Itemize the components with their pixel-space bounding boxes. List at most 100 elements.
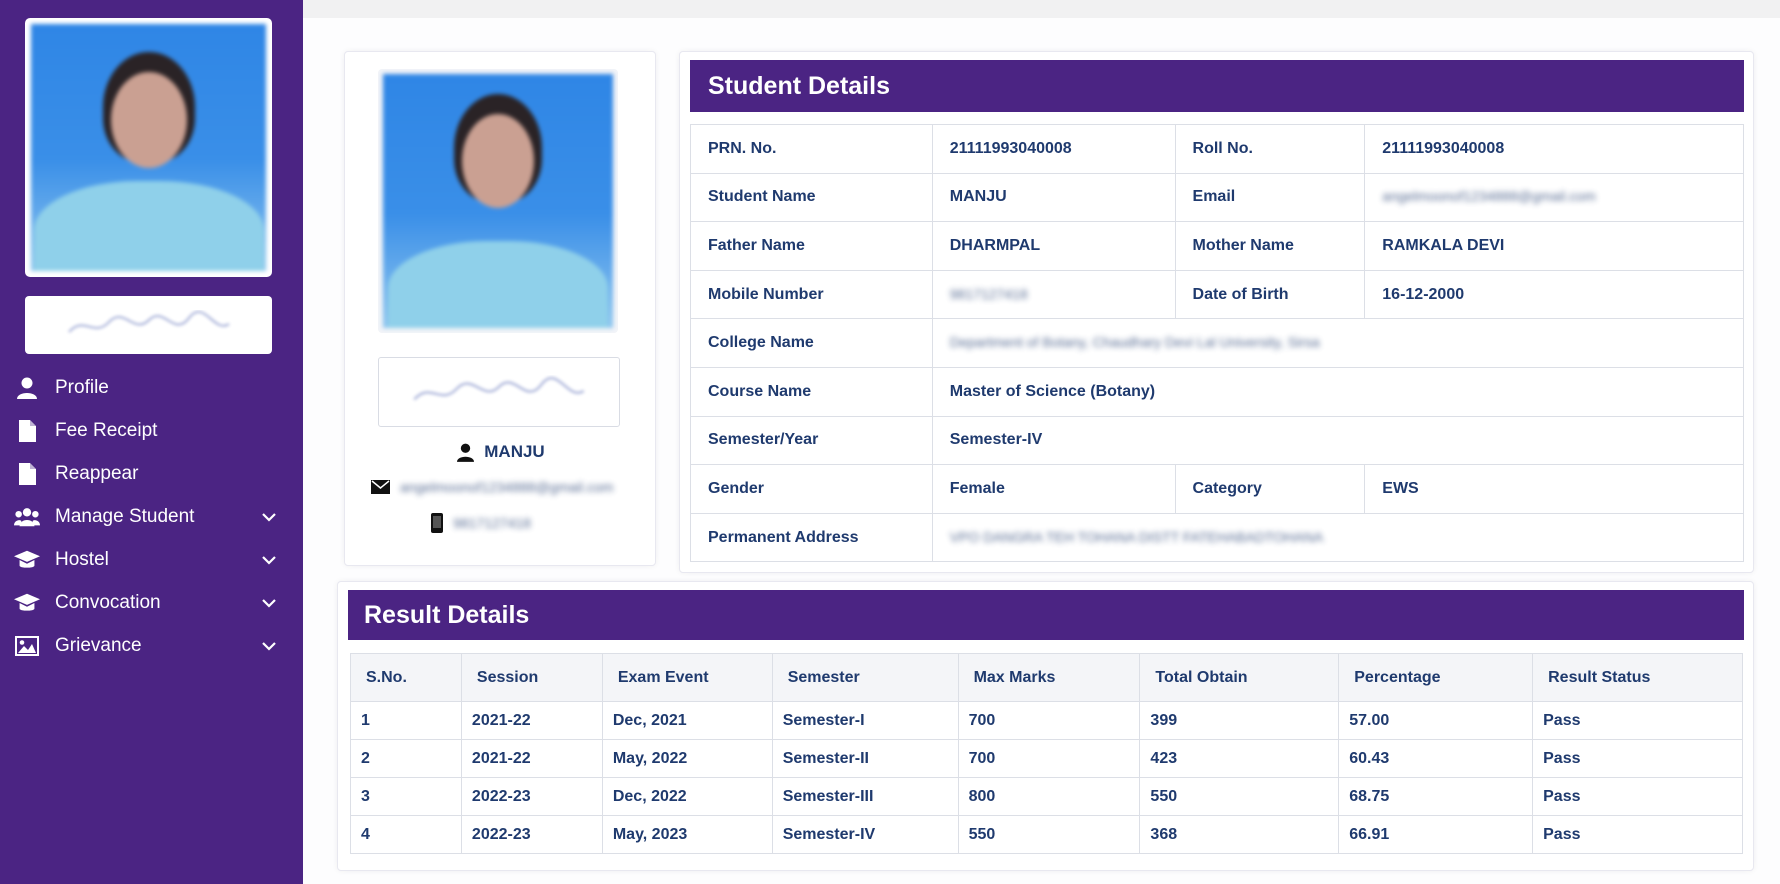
sidebar-item-hostel[interactable]: Hostel [0,538,303,581]
table-cell: 700 [957,701,1141,740]
college-value: Department of Botany, Chaudhary Devi Lal… [949,334,1320,351]
table-cell: 1 [350,701,462,740]
student-details-card: Student Details PRN. No. 21111993040008 … [679,51,1754,573]
table-cell: 2022-23 [460,815,603,854]
table-row: Gender Female Category EWS [690,464,1744,514]
chevron-down-icon [262,555,276,565]
sidebar-item-label: Hostel [55,548,109,570]
table-cell: 800 [957,777,1141,816]
profile-mobile: 9817127418 [345,513,657,533]
student-signature [378,357,620,427]
sidebar-item-convocation[interactable]: Convocation [0,581,303,624]
field-value: DHARMPAL [931,221,1176,271]
table-row: Father Name DHARMPAL Mother Name RAMKALA… [690,221,1744,271]
field-value: MANJU [931,172,1176,223]
column-header: Result Status [1532,653,1743,702]
field-label: Semester/Year [690,415,933,466]
user-icon [457,443,475,462]
envelope-icon [371,480,390,494]
student-photo [378,69,618,333]
student-details-table: PRN. No. 21111993040008 Roll No. 2111199… [690,124,1745,563]
table-cell: Semester-IV [771,815,959,854]
column-header: Max Marks [957,653,1141,702]
table-cell: 399 [1139,701,1340,740]
mobile-value: 9817127418 [949,285,1028,302]
table-row: Course Name Master of Science (Botany) [690,366,1745,417]
table-cell: 550 [1139,777,1340,816]
table-cell: 68.75 [1338,777,1534,816]
field-label: Roll No. [1174,124,1366,174]
result-details-table: S.No. Session Exam Event Semester Max Ma… [350,653,1743,854]
field-value: 16-12-2000 [1364,269,1744,320]
profile-mobile-text: 9817127418 [453,515,531,531]
users-icon [14,506,40,528]
field-value: 21111993040008 [931,124,1176,174]
image-icon [14,635,40,657]
sidebar-item-label: Convocation [55,591,161,613]
table-row: Semester/Year Semester-IV [690,415,1745,466]
table-row: Mobile Number 9817127418 Date of Birth 1… [690,269,1744,320]
profile-name: MANJU [345,442,657,462]
field-value: Semester-IV [931,415,1745,466]
table-cell: Semester-I [771,701,959,740]
table-cell: 550 [957,815,1141,854]
table-cell: 368 [1139,815,1340,854]
column-header: Percentage [1338,653,1534,702]
table-cell: 700 [957,739,1141,778]
student-details-title: Student Details [690,60,1744,112]
user-icon [14,377,40,399]
table-row: Student Name MANJU Email angelmoonof1234… [690,172,1744,223]
table-cell: 3 [350,777,462,816]
profile-email-text: angelmoonof1234888@gmail.com [400,479,614,495]
sidebar-item-label: Fee Receipt [55,419,158,441]
sidebar-item-profile[interactable]: Profile [0,366,303,409]
file-icon [14,462,40,485]
chevron-down-icon [262,598,276,608]
field-label: Permanent Address [690,512,933,563]
sidebar-item-reappear[interactable]: Reappear [0,452,303,495]
table-cell: 66.91 [1338,815,1534,854]
field-value: Department of Botany, Chaudhary Devi Lal… [931,318,1745,368]
email-value: angelmoonof1234888@gmail.com [1382,188,1596,205]
profile-email: angelmoonof1234888@gmail.com [371,479,641,495]
profile-name-text: MANJU [484,442,545,461]
sidebar-item-label: Profile [55,376,109,398]
table-cell: Dec, 2022 [601,777,773,816]
phone-icon [431,513,444,533]
table-cell: Pass [1532,815,1743,854]
table-cell: Pass [1532,777,1743,816]
result-details-title: Result Details [348,590,1744,640]
field-label: PRN. No. [690,124,933,174]
file-icon [14,419,40,442]
field-value: 9817127418 [931,269,1176,320]
table-cell: May, 2023 [601,815,773,854]
sidebar-student-signature [25,296,272,354]
sidebar-item-fee-receipt[interactable]: Fee Receipt [0,409,303,452]
table-row: PRN. No. 21111993040008 Roll No. 2111199… [690,124,1744,174]
sidebar-student-photo [25,18,272,277]
table-cell: 2 [350,739,462,778]
field-label: College Name [690,318,933,368]
table-cell: 2021-22 [460,739,603,778]
top-bar [303,0,1780,18]
table-row: College Name Department of Botany, Chaud… [690,318,1745,368]
table-cell: Pass [1532,701,1743,740]
sidebar-item-label: Manage Student [55,505,195,527]
table-cell: 57.00 [1338,701,1534,740]
column-header: S.No. [350,653,462,702]
sidebar-item-manage-student[interactable]: Manage Student [0,495,303,538]
field-value: Master of Science (Botany) [931,366,1745,417]
table-cell: 2021-22 [460,701,603,740]
table-cell: Semester-III [771,777,959,816]
field-label: Mobile Number [690,269,933,320]
sidebar: Profile Fee Receipt Reappear Manage Stud… [0,0,303,884]
field-label: Category [1174,464,1366,514]
table-cell: Pass [1532,739,1743,778]
column-header: Exam Event [601,653,773,702]
field-label: Mother Name [1174,221,1366,271]
profile-card: MANJU angelmoonof1234888@gmail.com 98171… [344,51,656,566]
sidebar-item-grievance[interactable]: Grievance [0,624,303,667]
field-label: Date of Birth [1174,269,1366,320]
field-label: Student Name [690,172,933,223]
graduation-cap-icon [14,592,40,614]
